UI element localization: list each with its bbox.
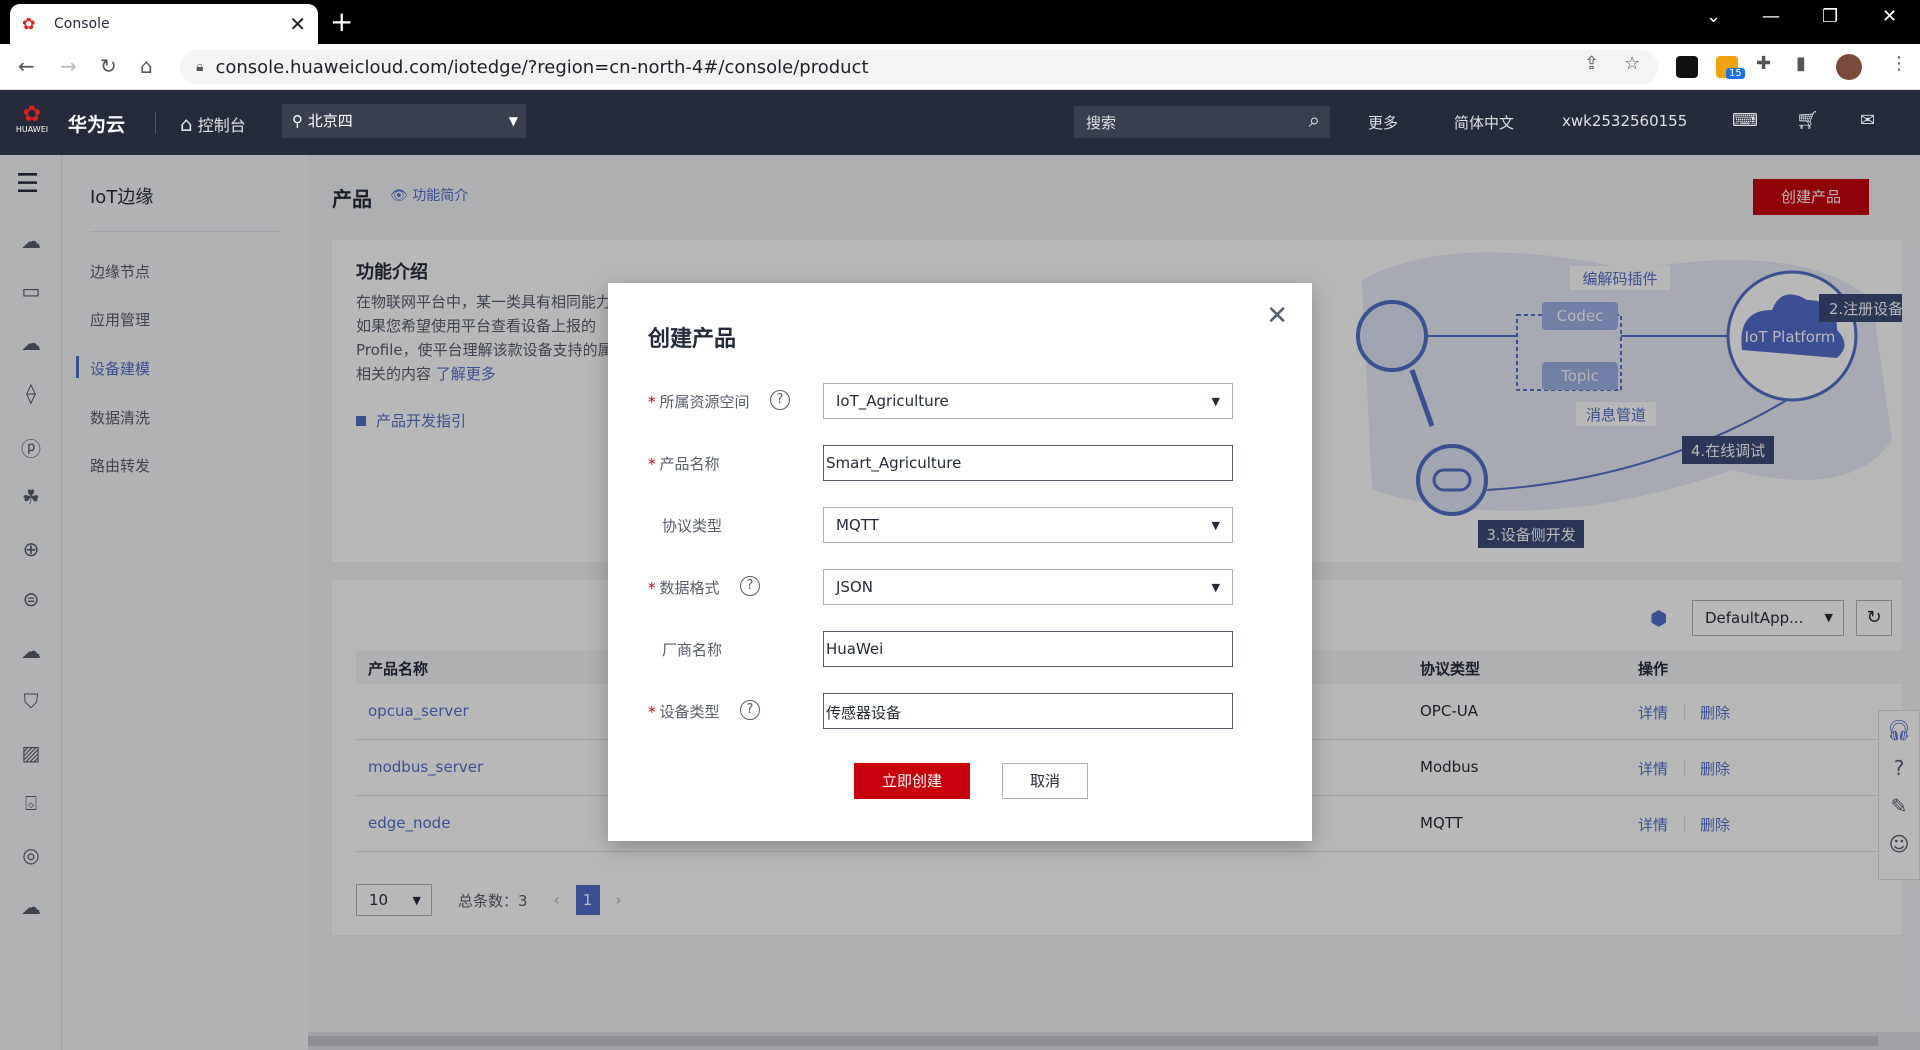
close-tab-icon[interactable]: ✕ [289, 12, 306, 36]
browser-tabbar: ✿ Console ✕ + ⌄ — ❐ ✕ [0, 0, 1920, 44]
brand-title[interactable]: 华为云 [68, 110, 125, 137]
cloud-shell-icon[interactable]: ⌨ [1732, 110, 1758, 131]
protocol-row: 协议类型 MQTT ▼ [648, 507, 1268, 543]
tab-title: Console [54, 16, 110, 32]
back-icon[interactable]: ← [18, 54, 35, 78]
profile-avatar[interactable] [1836, 54, 1862, 80]
mail-icon[interactable]: ✉ [1860, 110, 1875, 131]
share-icon[interactable]: ⇪ [1584, 53, 1599, 74]
search-icon[interactable]: ⌕ [1309, 108, 1320, 132]
dialog-title: 创建产品 [648, 327, 737, 352]
create-now-button[interactable]: 立即创建 [854, 763, 970, 799]
console-header: ✿ HUAWEI 华为云 ⌂ 控制台 ⚲ 北京四 ▼ 搜索 ⌕ 更多 简体中文 x… [0, 90, 1920, 155]
protocol-select[interactable]: MQTT ▼ [823, 507, 1233, 543]
create-product-dialog: 创建产品 ✕ * 所属资源空间 ? IoT_Agriculture ▼ * 产品名称 … [608, 283, 1312, 841]
region-label: 北京四 [307, 112, 353, 130]
bookmark-star-icon[interactable]: ☆ [1624, 53, 1640, 74]
menu-kebab-icon[interactable]: ⋮ [1890, 53, 1908, 74]
data-format-row: * 数据格式 ? JSON ▼ [648, 569, 1268, 605]
help-icon[interactable]: ? [770, 390, 790, 410]
close-window-icon[interactable]: ✕ [1882, 6, 1897, 27]
chevron-down-icon: ▼ [1211, 395, 1220, 408]
reload-icon[interactable]: ↻ [100, 54, 117, 78]
protocol-label: 协议类型 [662, 517, 723, 535]
huawei-logo[interactable]: ✿ HUAWEI [14, 102, 50, 142]
url-text[interactable]: console.huaweicloud.com/iotedge/?region=… [215, 57, 868, 78]
user-account-link[interactable]: xwk2532560155 [1562, 112, 1687, 130]
rss-extension-icon[interactable]: 15 [1716, 56, 1745, 79]
home-icon: ⌂ [180, 112, 193, 136]
side-panel-icon[interactable]: ▮ [1796, 53, 1806, 74]
required-asterisk: * [648, 455, 656, 473]
required-asterisk: * [648, 393, 656, 411]
omnibox[interactable]: 🔒︎ console.huaweicloud.com/iotedge/?regi… [180, 50, 1658, 84]
device-type-input[interactable]: 传感器设备 [823, 693, 1233, 729]
home-icon[interactable]: ⌂ [140, 54, 153, 78]
data-format-select[interactable]: JSON ▼ [823, 569, 1233, 605]
vendor-input[interactable]: HuaWei [823, 631, 1233, 667]
close-icon[interactable]: ✕ [1266, 301, 1288, 331]
console-home-link[interactable]: ⌂ 控制台 [180, 112, 246, 136]
address-bar-row: ← → ↻ ⌂ 🔒︎ console.huaweicloud.com/ioted… [0, 44, 1920, 90]
chevron-down-icon: ▼ [1211, 581, 1220, 594]
help-icon[interactable]: ? [740, 700, 760, 720]
more-link[interactable]: 更多 [1368, 112, 1398, 133]
vendor-row: 厂商名称 HuaWei [648, 631, 1268, 667]
tab-search-icon[interactable]: ⌄ [1706, 6, 1721, 27]
chevron-down-icon: ▼ [1211, 519, 1220, 532]
minimize-icon[interactable]: — [1762, 6, 1780, 27]
new-tab-button[interactable]: + [330, 6, 353, 38]
puzzle-extensions-icon[interactable]: ✚ [1756, 53, 1771, 74]
header-divider [155, 112, 156, 134]
region-selector[interactable]: ⚲ 北京四 ▼ [282, 104, 526, 138]
help-icon[interactable]: ? [740, 576, 760, 596]
extension-badge: 15 [1726, 68, 1745, 79]
product-name-input[interactable]: Smart_Agriculture [823, 445, 1233, 481]
browser-tab[interactable]: ✿ Console ✕ [10, 4, 318, 44]
cancel-button[interactable]: 取消 [1002, 763, 1088, 799]
huawei-favicon-icon: ✿ [22, 14, 36, 33]
language-link[interactable]: 简体中文 [1454, 112, 1514, 133]
chevron-down-icon: ▼ [508, 114, 518, 128]
vendor-label: 厂商名称 [662, 641, 723, 659]
product-name-label: 产品名称 [659, 455, 720, 473]
header-search-input[interactable]: 搜索 ⌕ [1074, 106, 1330, 138]
required-asterisk: * [648, 703, 656, 721]
data-format-label: 数据格式 [659, 579, 720, 597]
location-pin-icon: ⚲ [292, 112, 303, 130]
resource-space-row: * 所属资源空间 ? IoT_Agriculture ▼ [648, 383, 1268, 419]
restore-icon[interactable]: ❐ [1822, 6, 1838, 27]
product-name-row: * 产品名称 Smart_Agriculture [648, 445, 1268, 481]
resource-space-label: 所属资源空间 [659, 393, 750, 411]
lock-icon: 🔒︎ [196, 59, 204, 75]
extension-icon[interactable] [1676, 56, 1698, 78]
resource-space-select[interactable]: IoT_Agriculture ▼ [823, 383, 1233, 419]
device-type-label: 设备类型 [659, 703, 720, 721]
forward-icon[interactable]: → [60, 54, 77, 78]
required-asterisk: * [648, 579, 656, 597]
cart-icon[interactable]: 🛒︎ [1796, 110, 1819, 131]
device-type-row: * 设备类型 ? 传感器设备 [648, 693, 1268, 729]
